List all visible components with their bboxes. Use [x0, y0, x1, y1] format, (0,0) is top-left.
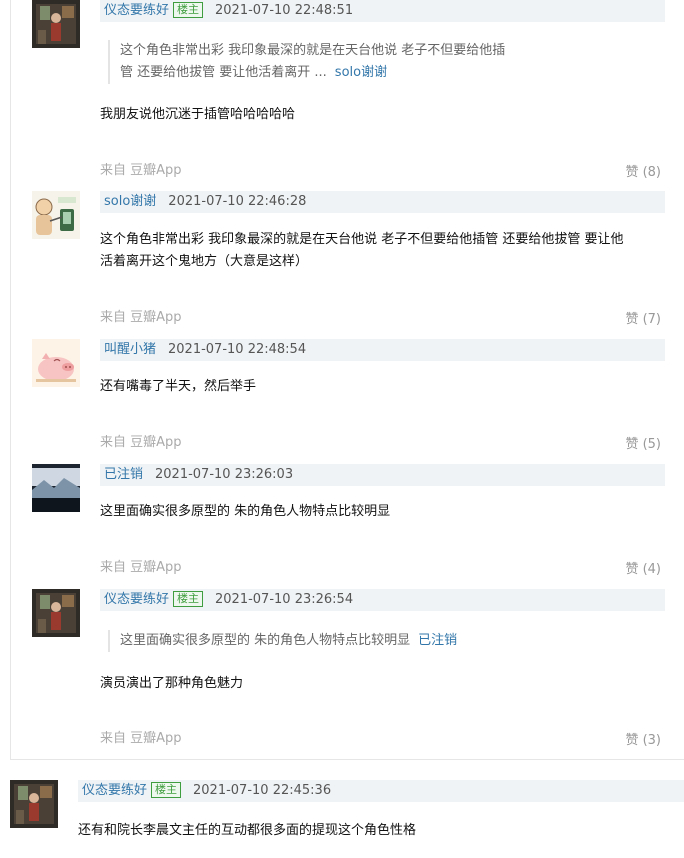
reply-header: 叫醒小猪 2021-07-10 22:48:54: [100, 339, 665, 361]
op-badge: 楼主: [173, 2, 204, 18]
reply-footer: 来自 豆瓣App 赞 (7): [100, 309, 665, 327]
comment-item: 仪态要练好 楼主 2021-07-10 22:45:36 还有和院长李晨文主任的互动…: [10, 780, 684, 858]
author-link[interactable]: 仪态要练好: [104, 3, 169, 18]
pig-avatar-icon: [32, 339, 80, 387]
reply-footer: 来自 豆瓣App 赞 (4): [100, 559, 665, 577]
like-button[interactable]: 赞 (5): [625, 436, 661, 454]
timestamp: 2021-07-10 22:45:36: [193, 783, 332, 798]
author-link[interactable]: 仪态要练好: [82, 783, 147, 798]
source-label: 来自 豆瓣App: [100, 163, 182, 178]
reply-content: 演员演出了那种角色魅力: [100, 676, 244, 691]
reply-content: 还有嘴毒了半天，然后举手: [100, 379, 257, 394]
reply-footer: 来自 豆瓣App 赞 (5): [100, 434, 665, 452]
reply-header: 已注销 2021-07-10 23:26:03: [100, 464, 665, 486]
op-badge: 楼主: [173, 591, 204, 607]
source-label: 来自 豆瓣App: [100, 435, 182, 450]
reply-item: 叫醒小猪 2021-07-10 22:48:54 还有嘴毒了半天，然后举手 来自 …: [32, 339, 665, 459]
quote-text-line: 这个角色非常出彩 我印象最深的就是在天台他说 老子不但要给他插: [120, 43, 506, 58]
timestamp: 2021-07-10 22:48:54: [168, 342, 307, 357]
timestamp: 2021-07-10 22:46:28: [168, 194, 307, 209]
reply-header: 仪态要练好 楼主 2021-07-10 22:48:51: [100, 0, 665, 22]
like-button[interactable]: 赞 (4): [625, 561, 661, 579]
timestamp: 2021-07-10 23:26:03: [155, 467, 294, 482]
content-line: 活着离开这个鬼地方（大意是这样）: [100, 254, 309, 269]
avatar[interactable]: [32, 339, 80, 387]
quote-text-line: 管 还要给他拔管 要让他活着离开 ...: [120, 65, 327, 80]
quoted-reply: 这个角色非常出彩 我印象最深的就是在天台他说 老子不但要给他插 管 还要给他拔管…: [108, 40, 538, 84]
author-link[interactable]: 已注销: [104, 467, 143, 482]
user-avatar-photo-icon: [32, 0, 80, 48]
op-badge: 楼主: [151, 782, 182, 798]
author-link[interactable]: 叫醒小猪: [104, 342, 156, 357]
source-label: 来自 豆瓣App: [100, 731, 182, 746]
source-label: 来自 豆瓣App: [100, 310, 182, 325]
user-avatar-photo-icon: [32, 589, 80, 637]
reply-item: 仪态要练好 楼主 2021-07-10 23:26:54 这里面确实很多原型的 朱的…: [32, 589, 665, 754]
reply-content: 这里面确实很多原型的 朱的角色人物特点比较明显: [100, 504, 391, 519]
like-button[interactable]: 赞 (8): [625, 164, 661, 182]
like-button[interactable]: 赞 (3): [625, 732, 661, 750]
reply-footer: 来自 豆瓣App 赞 (8): [100, 162, 665, 180]
avatar[interactable]: [32, 589, 80, 637]
landscape-avatar-icon: [32, 464, 80, 512]
user-avatar-photo-icon: [10, 780, 58, 828]
comment-content: 还有和院长李晨文主任的互动都很多面的提现这个角色性格: [78, 823, 417, 838]
reply-footer: 来自 豆瓣App 赞 (3): [100, 730, 665, 748]
quoted-reply: 这里面确实很多原型的 朱的角色人物特点比较明显 已注销: [108, 630, 538, 652]
quote-author-link[interactable]: 已注销: [418, 633, 457, 648]
source-label: 来自 豆瓣App: [100, 560, 182, 575]
content-line: 这个角色非常出彩 我印象最深的就是在天台他说 老子不但要给他插管 还要给他拔管 …: [100, 232, 624, 247]
reply-header: solo谢谢 2021-07-10 22:46:28: [100, 191, 665, 213]
reply-item: solo谢谢 2021-07-10 22:46:28 这个角色非常出彩 我印象最深…: [32, 191, 665, 331]
quote-text-line: 这里面确实很多原型的 朱的角色人物特点比较明显: [120, 633, 411, 648]
reply-content: 我朋友说他沉迷于插管哈哈哈哈哈: [100, 107, 296, 122]
comment-header: 仪态要练好 楼主 2021-07-10 22:45:36: [78, 780, 684, 802]
author-link[interactable]: solo谢谢: [104, 194, 156, 209]
avatar[interactable]: [32, 0, 80, 48]
timestamp: 2021-07-10 22:48:51: [215, 3, 354, 18]
timestamp: 2021-07-10 23:26:54: [215, 592, 354, 607]
reply-header: 仪态要练好 楼主 2021-07-10 23:26:54: [100, 589, 665, 611]
reply-content: 这个角色非常出彩 我印象最深的就是在天台他说 老子不但要给他插管 还要给他拔管 …: [100, 229, 665, 273]
avatar[interactable]: [10, 780, 58, 828]
quote-author-link[interactable]: solo谢谢: [335, 65, 387, 80]
cartoon-avatar-icon: [32, 191, 80, 239]
like-button[interactable]: 赞 (7): [625, 311, 661, 329]
reply-item: 仪态要练好 楼主 2021-07-10 22:48:51 这个角色非常出彩 我印象最…: [32, 0, 665, 185]
author-link[interactable]: 仪态要练好: [104, 592, 169, 607]
reply-item: 已注销 2021-07-10 23:26:03 这里面确实很多原型的 朱的角色人物…: [32, 464, 665, 584]
avatar[interactable]: [32, 464, 80, 512]
avatar[interactable]: [32, 191, 80, 239]
